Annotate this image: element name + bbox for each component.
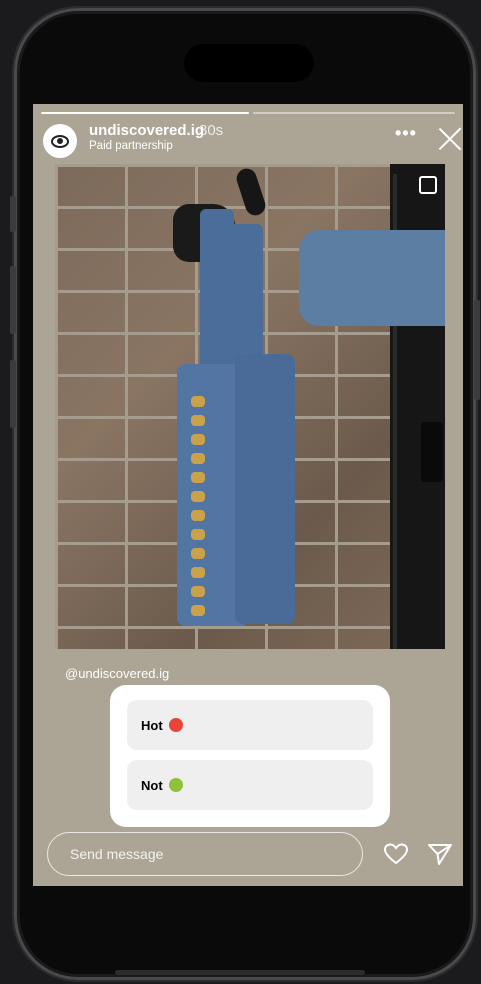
shotgun-shell: [191, 529, 205, 540]
more-dots-icon[interactable]: •••: [395, 124, 417, 142]
shotgun-shell: [191, 605, 205, 616]
shotgun-shell: [191, 586, 205, 597]
bandolier-right: [235, 354, 295, 624]
nauseated-face-icon: [168, 778, 183, 792]
mention-sticker[interactable]: @undiscovered.ig: [65, 666, 169, 681]
angry-face-icon: [168, 718, 183, 732]
heart-icon[interactable]: [383, 842, 409, 866]
shotgun-shell: [191, 510, 205, 521]
action-button: [10, 196, 16, 232]
shotgun-shell: [191, 567, 205, 578]
shotgun-shell: [191, 472, 205, 483]
shotgun-shell: [191, 415, 205, 426]
power-button: [474, 300, 480, 400]
story-username[interactable]: undiscovered.ig: [89, 122, 204, 139]
poll-sticker: Hot Not: [110, 685, 390, 827]
progress-segment-2: [253, 112, 455, 114]
multiple-posts-icon: [419, 176, 437, 194]
poll-option-hot[interactable]: Hot: [127, 700, 373, 750]
dynamic-island: [184, 44, 314, 82]
poll-option-not[interactable]: Not: [127, 760, 373, 810]
send-icon[interactable]: [427, 842, 453, 866]
progress-segment-1: [41, 112, 249, 114]
eye-logo-icon: [51, 134, 69, 148]
home-indicator: [115, 970, 365, 975]
shotgun-shell: [191, 548, 205, 559]
reply-bar: Send message: [47, 832, 452, 880]
paid-partnership-label[interactable]: Paid partnership: [89, 140, 173, 152]
close-icon[interactable]: [437, 126, 463, 152]
shotgun-shell: [191, 396, 205, 407]
volume-up-button: [10, 266, 16, 334]
volume-down-button: [10, 360, 16, 428]
shotgun-shell: [191, 434, 205, 445]
shotgun-shell: [191, 491, 205, 502]
shotgun-shell: [191, 453, 205, 464]
story-time: 30s: [199, 122, 224, 139]
door-handle: [421, 422, 443, 482]
send-message-input[interactable]: Send message: [47, 832, 363, 876]
denim-sleeve: [299, 230, 445, 326]
story-screen: undiscovered.ig 30s Paid partnership •••…: [33, 104, 463, 886]
profile-avatar[interactable]: [43, 124, 77, 158]
story-photo: [55, 164, 445, 649]
